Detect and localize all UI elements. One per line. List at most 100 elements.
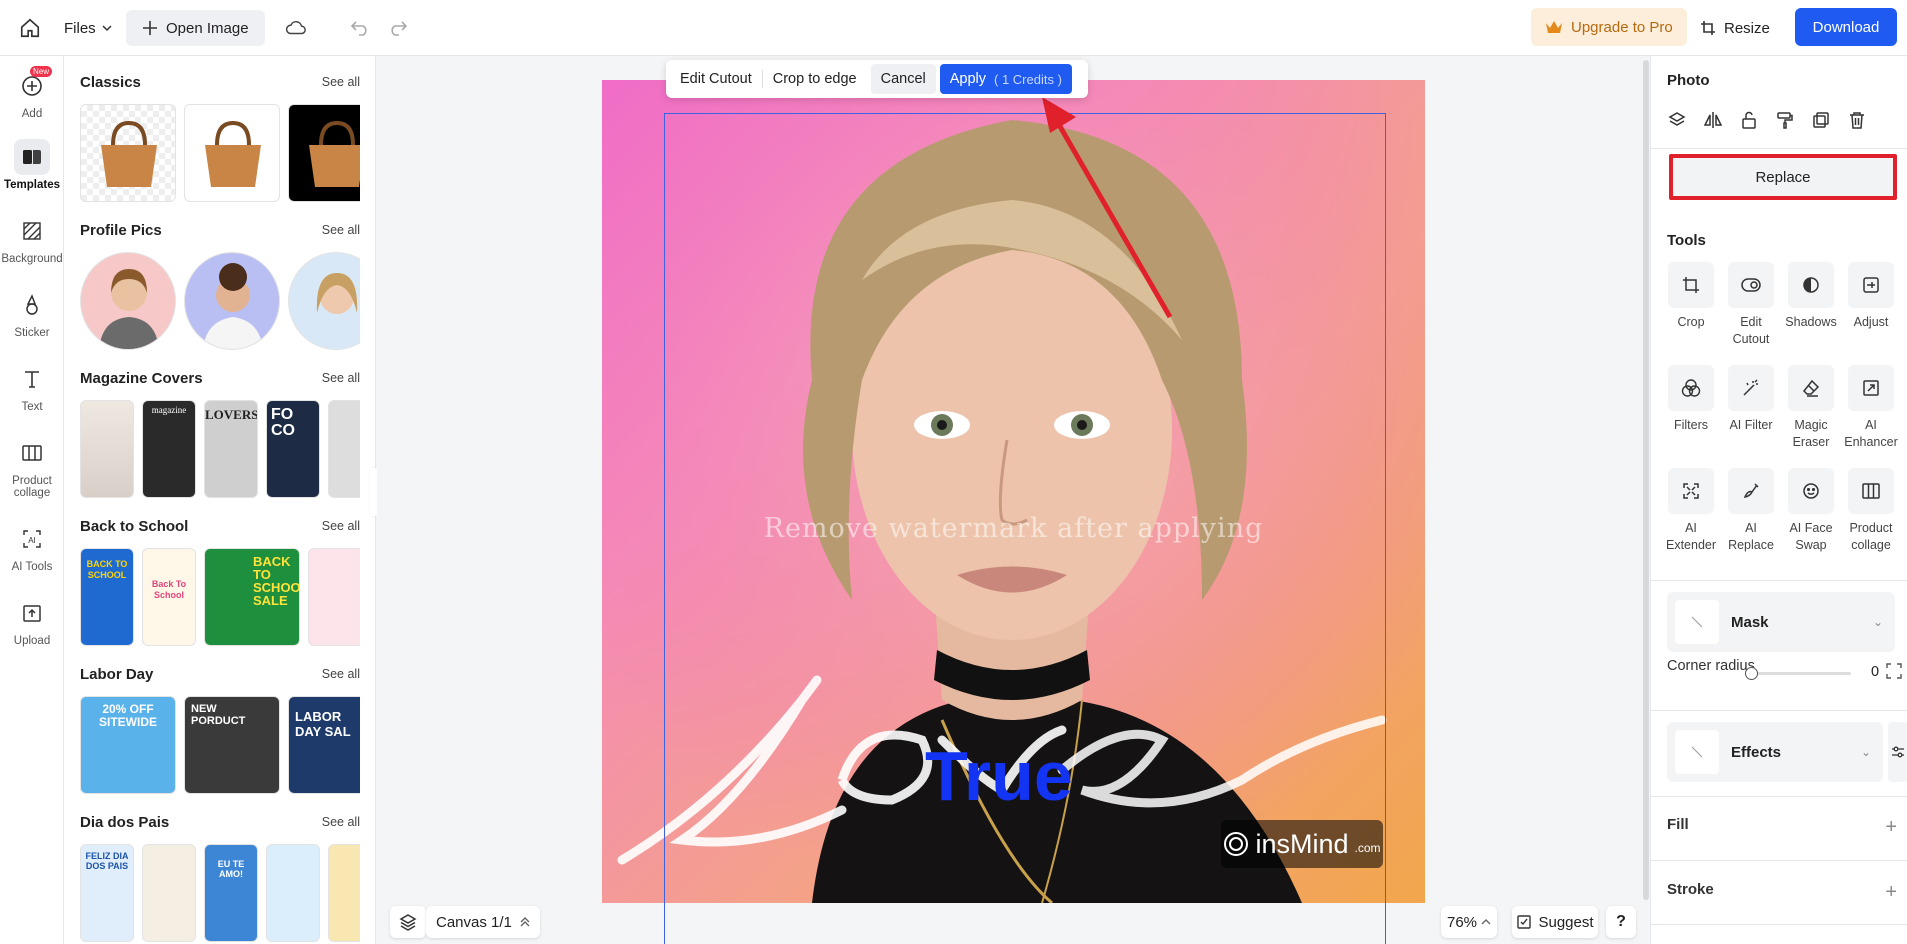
rail-item-background[interactable]: Background bbox=[0, 213, 64, 265]
template-thumb[interactable]: LABOR DAY SAL bbox=[288, 696, 360, 794]
template-thumb[interactable] bbox=[80, 400, 134, 498]
template-thumb[interactable]: EU TE AMO! bbox=[204, 844, 258, 942]
tool-magic-eraser[interactable]: Magic Eraser bbox=[1783, 365, 1839, 451]
canvas-scrollbar[interactable] bbox=[1643, 60, 1649, 900]
undo-button[interactable] bbox=[346, 14, 374, 42]
tool-shadows[interactable]: Shadows bbox=[1783, 262, 1839, 331]
true-text-layer[interactable]: True bbox=[925, 736, 1073, 816]
delete-button[interactable] bbox=[1845, 108, 1869, 132]
edit-cutout-button[interactable]: Edit Cutout bbox=[670, 64, 762, 94]
template-thumb[interactable] bbox=[184, 252, 280, 350]
tool-label: AI Enhancer bbox=[1844, 418, 1898, 449]
rail-item-upload[interactable]: Upload bbox=[0, 595, 64, 647]
tool-edit-cutout[interactable]: Edit Cutout bbox=[1723, 262, 1779, 348]
tool-adjust[interactable]: Adjust bbox=[1843, 262, 1899, 331]
help-button[interactable]: ? bbox=[1606, 906, 1636, 938]
labor-thumb-title: 20% OFF SITEWIDE bbox=[98, 702, 157, 729]
rail-item-text[interactable]: Text bbox=[0, 361, 64, 413]
download-button[interactable]: Download bbox=[1795, 8, 1897, 46]
template-thumb[interactable] bbox=[142, 844, 196, 942]
template-thumb[interactable]: BACK TO SCHOOL SALE bbox=[204, 548, 300, 646]
template-thumb[interactable]: magazine bbox=[142, 400, 196, 498]
apply-button[interactable]: Apply ( 1 Credits ) bbox=[939, 64, 1072, 94]
rail-item-product-collage[interactable]: Product collage bbox=[0, 435, 64, 499]
open-image-button[interactable]: Open Image bbox=[126, 10, 265, 46]
see-all-link[interactable]: See all bbox=[322, 371, 360, 385]
resize-label: Resize bbox=[1724, 19, 1770, 37]
canvas-pager[interactable]: Canvas 1/1 bbox=[426, 906, 540, 938]
template-thumb[interactable] bbox=[288, 252, 360, 350]
lock-button[interactable] bbox=[1737, 108, 1761, 132]
tool-label: Shadows bbox=[1785, 315, 1837, 329]
template-thumb[interactable]: LOVERS bbox=[204, 400, 258, 498]
stroke-row[interactable]: Stroke + bbox=[1667, 881, 1897, 904]
tool-ai-face-swap[interactable]: AI Face Swap bbox=[1783, 468, 1839, 554]
template-thumb[interactable]: Back To School bbox=[142, 548, 196, 646]
trash-icon bbox=[1850, 112, 1864, 129]
template-thumb[interactable]: BACK TO SCHOOL bbox=[80, 548, 134, 646]
redo-button[interactable] bbox=[384, 14, 412, 42]
template-thumb[interactable] bbox=[328, 844, 360, 942]
corner-radius-value[interactable]: 0 bbox=[1871, 664, 1879, 680]
template-thumb[interactable] bbox=[288, 104, 360, 202]
add-stroke-icon[interactable]: + bbox=[1885, 881, 1897, 904]
effects-settings-button[interactable] bbox=[1888, 722, 1907, 782]
mask-row[interactable]: Mask ⌄ bbox=[1667, 592, 1895, 652]
see-all-link[interactable]: See all bbox=[322, 519, 360, 533]
paint-format-button[interactable] bbox=[1773, 108, 1797, 132]
template-thumb[interactable] bbox=[308, 548, 360, 646]
upgrade-to-pro-button[interactable]: Upgrade to Pro bbox=[1531, 8, 1687, 46]
corner-radius-slider[interactable] bbox=[1747, 672, 1851, 675]
layer-order-button[interactable] bbox=[1665, 108, 1689, 132]
rail-item-add[interactable]: New Add bbox=[0, 66, 64, 120]
resize-button[interactable]: Resize bbox=[1700, 12, 1770, 44]
thumb-row: FELIZ DIA DOS PAIS EU TE AMO! bbox=[80, 844, 360, 942]
add-fill-icon[interactable]: + bbox=[1885, 816, 1897, 839]
template-thumb[interactable] bbox=[266, 844, 320, 942]
see-all-link[interactable]: See all bbox=[322, 667, 360, 681]
tool-product-collage[interactable]: Product collage bbox=[1843, 468, 1899, 554]
template-thumb[interactable]: FO CO bbox=[266, 400, 320, 498]
template-thumb[interactable] bbox=[80, 252, 176, 350]
see-all-link[interactable]: See all bbox=[322, 815, 360, 829]
replace-button[interactable]: Replace bbox=[1669, 154, 1897, 200]
tool-adjust-box bbox=[1848, 262, 1894, 308]
flip-button[interactable] bbox=[1701, 108, 1725, 132]
home-button[interactable] bbox=[14, 12, 46, 44]
cancel-button[interactable]: Cancel bbox=[870, 64, 936, 94]
corner-radius-expand-icon[interactable] bbox=[1885, 662, 1903, 680]
face-swap-icon bbox=[1803, 483, 1819, 499]
suggest-button[interactable]: Suggest bbox=[1512, 906, 1598, 938]
see-all-link[interactable]: See all bbox=[322, 223, 360, 237]
artboard[interactable]: Remove watermark after applying True ins… bbox=[602, 80, 1425, 903]
effects-row[interactable]: Effects ⌄ bbox=[1667, 722, 1883, 782]
tool-filters[interactable]: Filters bbox=[1663, 365, 1719, 434]
fill-row[interactable]: Fill + bbox=[1667, 816, 1897, 839]
magazine-thumb-title: FO CO bbox=[271, 406, 295, 439]
tool-ai-replace[interactable]: AI Replace bbox=[1723, 468, 1779, 554]
corner-radius-slider-thumb[interactable] bbox=[1745, 667, 1758, 680]
see-all-link[interactable]: See all bbox=[322, 75, 360, 89]
template-thumb[interactable]: FELIZ DIA DOS PAIS bbox=[80, 844, 134, 942]
fill-label: Fill bbox=[1667, 816, 1689, 833]
cloud-sync-button[interactable] bbox=[282, 14, 310, 42]
tool-ai-enhancer[interactable]: AI Enhancer bbox=[1843, 365, 1899, 451]
template-thumb[interactable]: NEW PORDUCT bbox=[184, 696, 280, 794]
tool-ai-extender[interactable]: AI Extender bbox=[1663, 468, 1719, 554]
rail-item-templates[interactable]: Templates bbox=[0, 139, 64, 191]
crop-to-edge-button[interactable]: Crop to edge bbox=[763, 64, 867, 94]
files-menu-button[interactable]: Files bbox=[64, 14, 112, 42]
template-thumb[interactable] bbox=[184, 104, 280, 202]
template-thumb[interactable] bbox=[80, 104, 176, 202]
template-thumb[interactable]: 20% OFF SITEWIDE bbox=[80, 696, 176, 794]
tool-crop[interactable]: Crop bbox=[1663, 262, 1719, 331]
tool-ai-filter[interactable]: AI Filter bbox=[1723, 365, 1779, 434]
shadows-icon bbox=[1803, 277, 1819, 293]
zoom-control[interactable]: 76% bbox=[1441, 906, 1497, 938]
rail-item-sticker[interactable]: Sticker bbox=[0, 287, 64, 339]
layers-button[interactable] bbox=[390, 906, 426, 938]
template-thumb[interactable] bbox=[328, 400, 360, 498]
rail-item-ai-tools[interactable]: AI AI Tools bbox=[0, 521, 64, 573]
duplicate-button[interactable] bbox=[1809, 108, 1833, 132]
pais-thumb-title: EU TE AMO! bbox=[217, 859, 245, 879]
